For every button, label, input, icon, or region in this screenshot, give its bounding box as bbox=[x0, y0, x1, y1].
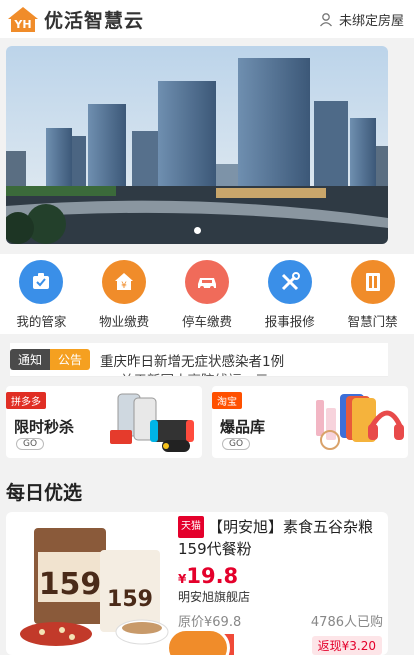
shop-name: 明安旭旗舰店 bbox=[178, 590, 251, 604]
flash-sale-go-button[interactable]: GO bbox=[16, 438, 45, 450]
product-info: 天猫 【明安旭】素食五谷杂粮159代餐粉 ¥19.8 明安旭旗舰店 原价¥69.8… bbox=[178, 516, 383, 630]
phones-console-image bbox=[110, 393, 194, 452]
price-value: 19.8 bbox=[186, 564, 239, 588]
service-parking-fee[interactable]: 停车缴费 bbox=[167, 260, 247, 334]
news-headline[interactable]: 重庆昨日新增无症状感染者1例 bbox=[100, 350, 284, 370]
service-menu: 我的管家 ¥ 物业缴费 停车缴费 报事报修 智慧门禁 bbox=[0, 254, 414, 334]
service-door-access[interactable]: 智慧门禁 bbox=[333, 260, 413, 334]
products-image bbox=[316, 394, 404, 450]
tools-icon bbox=[267, 260, 312, 304]
car-icon bbox=[184, 260, 229, 304]
taobao-badge: 淘宝 bbox=[212, 392, 242, 409]
banner-dot-active[interactable] bbox=[193, 227, 201, 234]
flash-sale-title: 限时秒杀 bbox=[14, 418, 75, 436]
bind-house-label: 未绑定房屋 bbox=[338, 13, 404, 29]
svg-text:¥: ¥ bbox=[121, 281, 127, 291]
hot-items-title: 爆品库 bbox=[220, 418, 266, 436]
location-person-icon bbox=[319, 13, 332, 27]
daily-picks-title: 每日优选 bbox=[6, 482, 83, 504]
notice-tag: 通知 bbox=[10, 349, 51, 370]
brand: YH 优活智慧云 bbox=[6, 5, 144, 33]
service-property-fee[interactable]: ¥ 物业缴费 bbox=[84, 260, 164, 334]
tmall-badge: 天猫 bbox=[178, 516, 204, 538]
product-price: ¥19.8 bbox=[178, 564, 383, 588]
banner-pagination[interactable] bbox=[6, 227, 388, 234]
service-butler-label: 我的管家 bbox=[16, 314, 67, 329]
service-repair[interactable]: 报事报修 bbox=[250, 260, 330, 334]
service-property-fee-label: 物业缴费 bbox=[99, 314, 150, 329]
announcement-tag: 公告 bbox=[50, 349, 91, 370]
svg-text:YH: YH bbox=[13, 18, 31, 31]
hero-banner[interactable] bbox=[6, 46, 388, 244]
floating-action-button[interactable] bbox=[166, 628, 230, 655]
city-skyline-image bbox=[6, 46, 388, 244]
service-repair-label: 报事报修 bbox=[264, 314, 315, 329]
service-parking-fee-label: 停车缴费 bbox=[181, 314, 232, 329]
service-door-access-label: 智慧门禁 bbox=[347, 314, 398, 329]
door-icon bbox=[350, 260, 395, 304]
cashback-badge: 返现¥3.20 bbox=[311, 636, 382, 655]
top-header: YH 优活智慧云 未绑定房屋 bbox=[0, 0, 414, 38]
butler-icon bbox=[19, 260, 64, 304]
promo-hot-items[interactable]: 淘宝 爆品库 GO bbox=[212, 386, 408, 458]
package-number-2: 159 bbox=[107, 587, 153, 612]
promo-flash-sale[interactable]: 拼多多 限时秒杀 GO bbox=[6, 386, 202, 458]
product-name: 【明安旭】素食五谷杂粮159代餐粉 bbox=[178, 518, 374, 558]
news-headline-next[interactable]: 关于新冠小高院线福…元 bbox=[120, 369, 269, 376]
promo-section: 拼多多 限时秒杀 GO 淘宝 爆品库 GO bbox=[0, 386, 414, 462]
home-yuan-icon: ¥ bbox=[102, 260, 147, 304]
pinduoduo-badge: 拼多多 bbox=[6, 392, 46, 409]
bind-house-button[interactable]: 未绑定房屋 bbox=[318, 10, 404, 29]
app-title: 优活智慧云 bbox=[44, 9, 145, 32]
app-logo-icon: YH bbox=[8, 7, 38, 32]
home-page: YH 优活智慧云 未绑定房屋 我的管家 ¥ 物业缴费 停车缴费 报事报修 智慧门… bbox=[0, 0, 414, 655]
product-name-block[interactable]: 天猫 【明安旭】素食五谷杂粮159代餐粉 bbox=[178, 516, 383, 560]
product-image: 159 159 bbox=[20, 528, 169, 646]
sold-count: 4786人已购 bbox=[310, 615, 383, 630]
service-butler[interactable]: 我的管家 bbox=[1, 260, 81, 334]
package-number: 159 bbox=[39, 567, 102, 602]
hot-items-go-button[interactable]: GO bbox=[222, 438, 251, 450]
news-ticker[interactable]: 通知 公告 重庆昨日新增无症状感染者1例 关于新冠小高院线福…元 bbox=[10, 343, 388, 377]
